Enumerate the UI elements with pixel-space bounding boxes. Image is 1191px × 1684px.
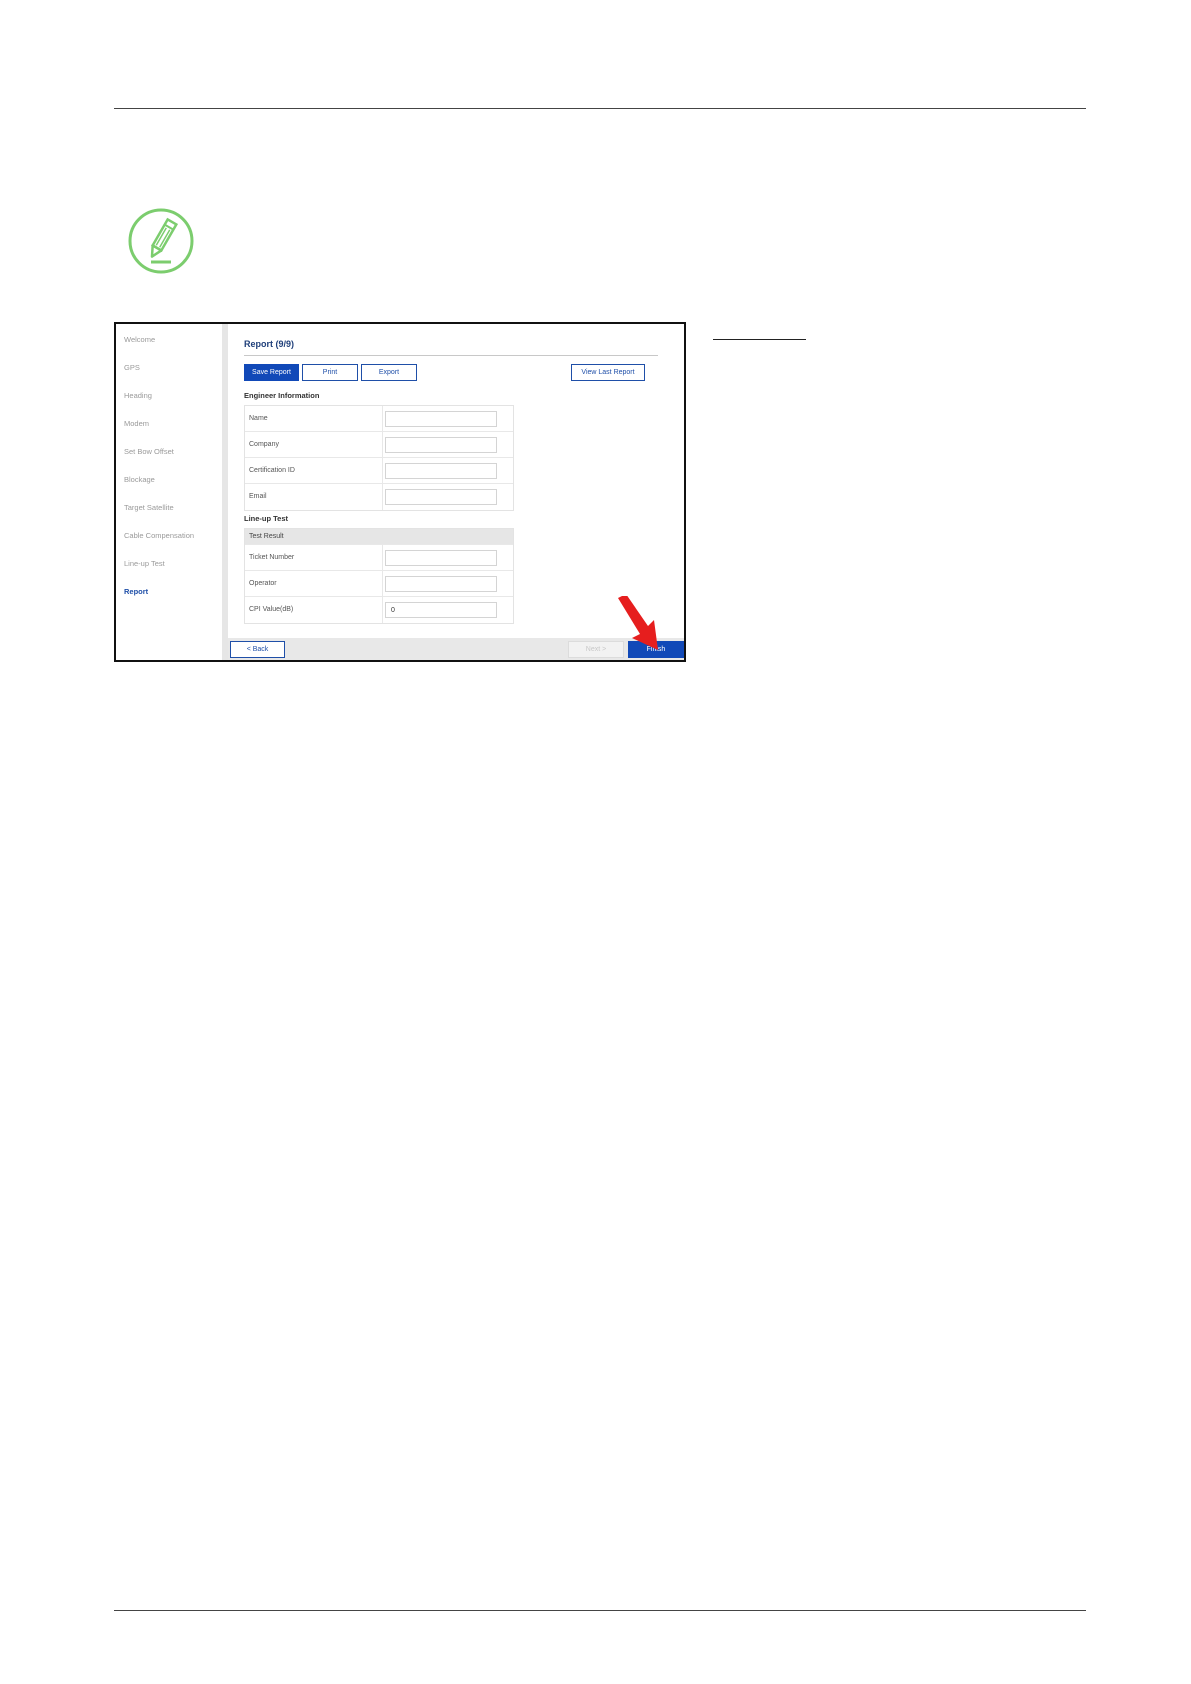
lineup-section-heading: Line-up Test — [244, 514, 289, 523]
sidebar-item-blockage[interactable]: Blockage — [124, 475, 155, 484]
underline-rule — [713, 339, 806, 340]
pencil-note-icon — [127, 207, 195, 275]
table-row: Email — [245, 484, 513, 510]
engineer-section-heading: Engineer Information — [244, 391, 320, 400]
field-label: Certification ID — [249, 467, 295, 474]
cpi-value-field[interactable] — [385, 602, 497, 618]
header-rule — [114, 108, 1086, 109]
export-button[interactable]: Export — [361, 364, 417, 381]
back-button[interactable]: < Back — [230, 641, 285, 658]
save-report-button[interactable]: Save Report — [244, 364, 299, 381]
field-label: Name — [249, 415, 268, 422]
company-field[interactable] — [385, 437, 497, 453]
field-label: CPI Value(dB) — [249, 606, 294, 613]
operator-field[interactable] — [385, 576, 497, 592]
title-divider — [244, 355, 658, 356]
ticket-number-field[interactable] — [385, 550, 497, 566]
table-row: Name — [245, 406, 513, 432]
sidebar-item-gps[interactable]: GPS — [124, 363, 140, 372]
engineer-info-table: Name Company Certification ID Email — [244, 405, 514, 511]
sidebar-item-cable-compensation[interactable]: Cable Compensation — [124, 531, 194, 540]
sidebar-item-target-satellite[interactable]: Target Satellite — [124, 503, 174, 512]
field-label: Company — [249, 441, 279, 448]
table-header-label: Test Result — [249, 533, 284, 540]
field-label: Ticket Number — [249, 554, 295, 561]
email-field[interactable] — [385, 489, 497, 505]
page-title: Report (9/9) — [244, 339, 295, 349]
footer-rule — [114, 1610, 1086, 1611]
red-arrow-icon — [614, 594, 664, 654]
sidebar-item-welcome[interactable]: Welcome — [124, 335, 155, 344]
table-header-row: Test Result — [245, 529, 513, 545]
print-button[interactable]: Print — [302, 364, 358, 381]
sidebar-item-report[interactable]: Report — [124, 587, 148, 596]
name-field[interactable] — [385, 411, 497, 427]
certification-id-field[interactable] — [385, 463, 497, 479]
table-row: Certification ID — [245, 458, 513, 484]
sidebar-item-modem[interactable]: Modem — [124, 419, 149, 428]
table-row: Operator — [245, 571, 513, 597]
table-row: CPI Value(dB) — [245, 597, 513, 623]
wizard-screenshot: Welcome GPS Heading Modem Set Bow Offset… — [114, 322, 686, 662]
sidebar-item-set-bow-offset[interactable]: Set Bow Offset — [124, 447, 174, 456]
wizard-sidebar: Welcome GPS Heading Modem Set Bow Offset… — [116, 324, 222, 660]
lineup-test-table: Test Result Ticket Number Operator CPI V… — [244, 528, 514, 624]
sidebar-item-line-up-test[interactable]: Line-up Test — [124, 559, 165, 568]
table-row: Ticket Number — [245, 545, 513, 571]
view-last-report-button[interactable]: View Last Report — [571, 364, 645, 381]
table-row: Company — [245, 432, 513, 458]
wizard-main: Report (9/9) Save Report Print Export Vi… — [228, 324, 684, 638]
field-label: Operator — [249, 580, 277, 587]
sidebar-item-heading[interactable]: Heading — [124, 391, 152, 400]
field-label: Email — [249, 493, 267, 500]
